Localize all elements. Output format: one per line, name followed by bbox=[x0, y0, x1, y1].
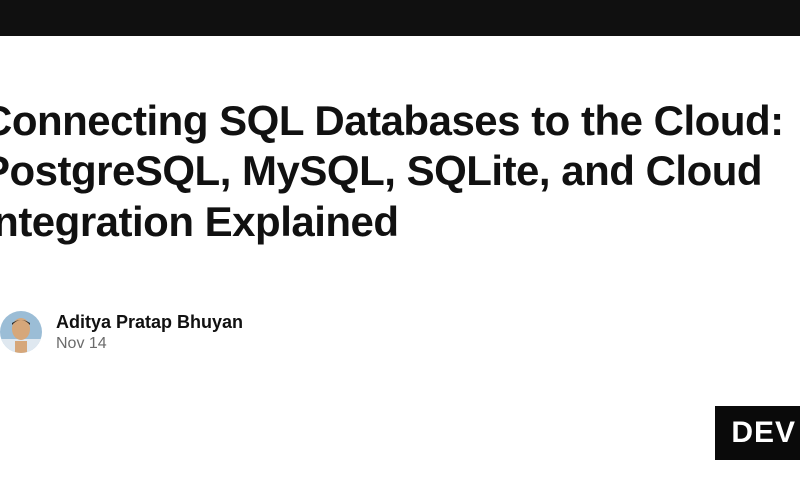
article-content: Connecting SQL Databases to the Cloud: P… bbox=[0, 36, 800, 354]
top-bar bbox=[0, 0, 800, 36]
author-block: Aditya Pratap Bhuyan Nov 14 bbox=[56, 311, 243, 354]
post-date: Nov 14 bbox=[56, 334, 243, 354]
article-title: Connecting SQL Databases to the Cloud: P… bbox=[0, 96, 800, 247]
author-avatar[interactable] bbox=[0, 311, 42, 353]
byline: Aditya Pratap Bhuyan Nov 14 bbox=[0, 311, 800, 354]
dev-badge[interactable]: DEV bbox=[715, 406, 800, 460]
author-name[interactable]: Aditya Pratap Bhuyan bbox=[56, 311, 243, 334]
